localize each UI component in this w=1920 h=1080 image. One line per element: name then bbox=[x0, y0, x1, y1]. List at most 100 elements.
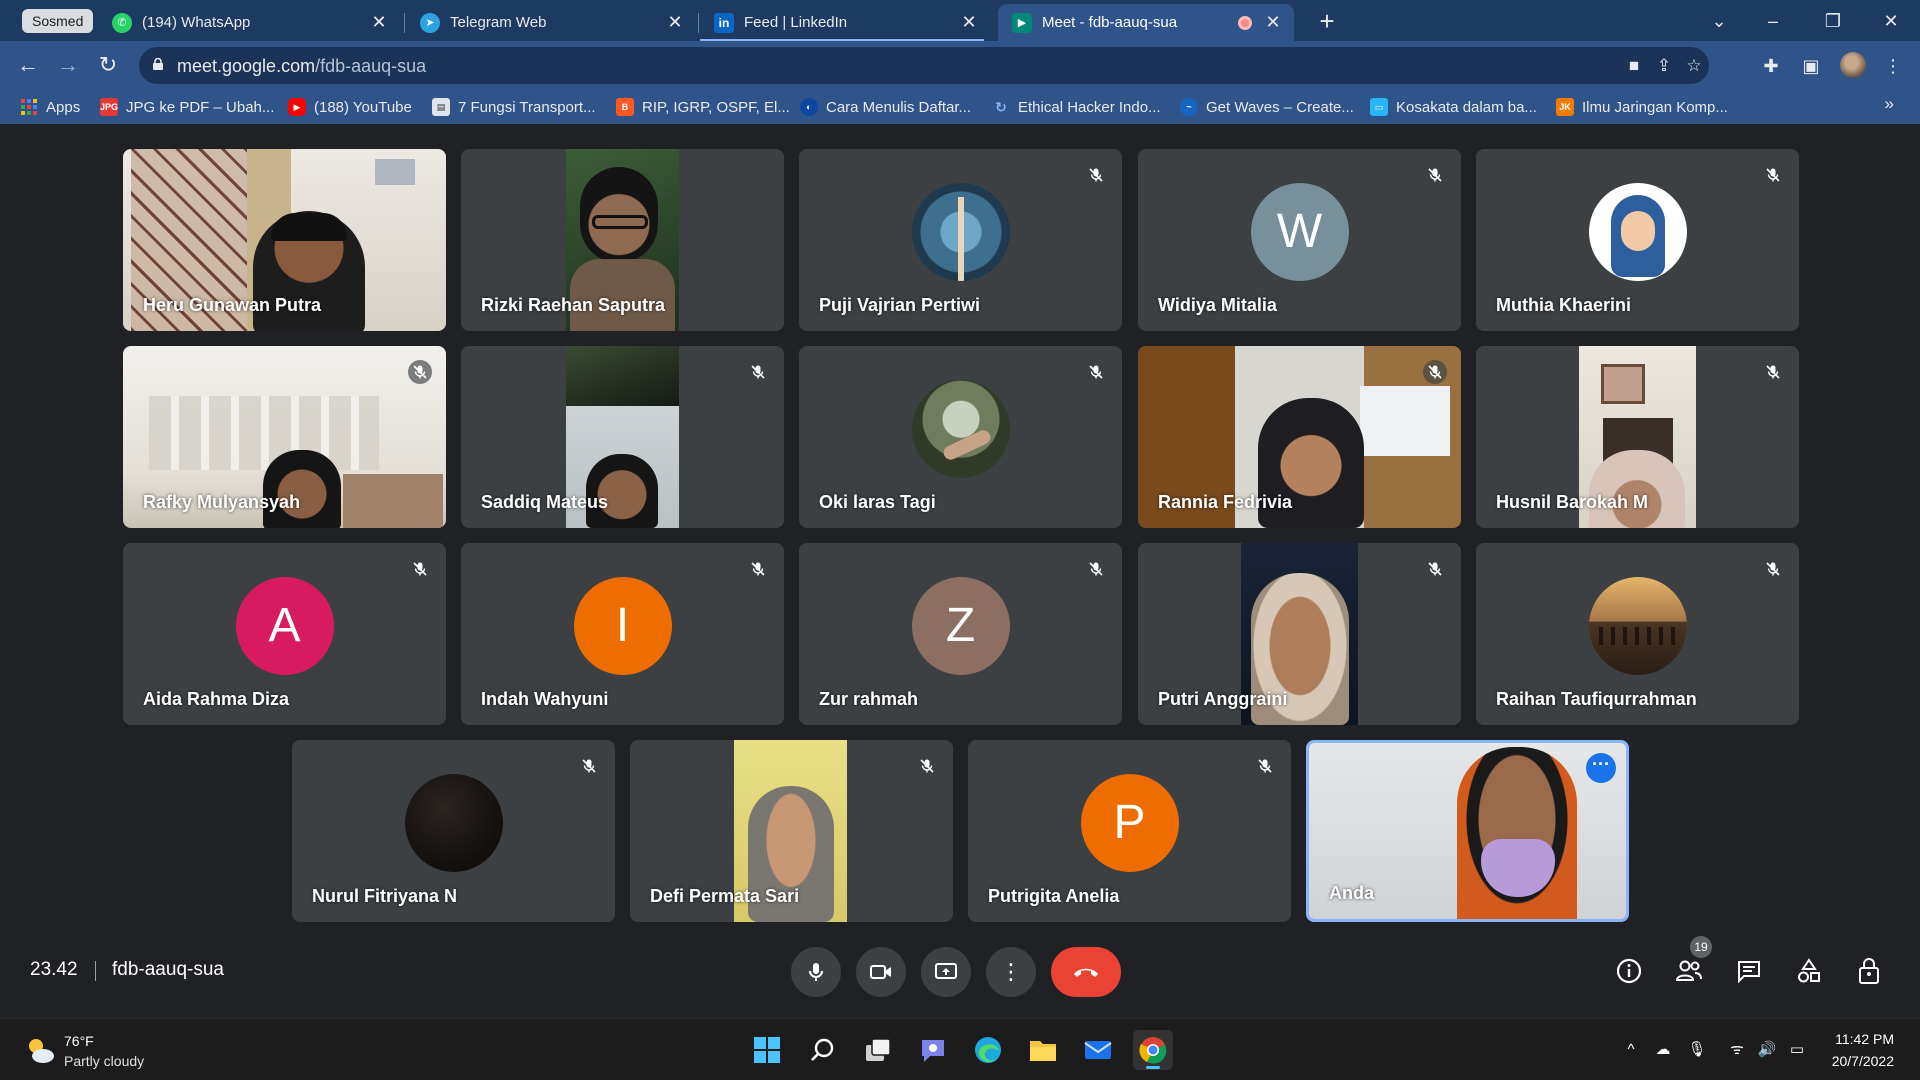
search-button[interactable] bbox=[803, 1030, 843, 1070]
bookmark-rip-igrp[interactable]: B RIP, IGRP, OSPF, El... bbox=[616, 96, 790, 118]
restore-icon[interactable]: ❐ bbox=[1810, 6, 1856, 36]
self-view-tile[interactable]: ··· Anda bbox=[1306, 740, 1629, 922]
chat-button[interactable] bbox=[1732, 954, 1766, 988]
tab-linkedin[interactable]: in Feed | LinkedIn ✕ bbox=[700, 4, 990, 41]
participant-tile[interactable]: Puji Vajrian Pertiwi bbox=[799, 149, 1122, 331]
close-window-icon[interactable]: ✕ bbox=[1868, 6, 1914, 36]
windows-logo-icon bbox=[754, 1037, 780, 1063]
file-explorer-button[interactable] bbox=[1023, 1030, 1063, 1070]
onedrive-cloud-icon[interactable]: ☁ bbox=[1652, 1039, 1674, 1061]
task-view-button[interactable] bbox=[858, 1030, 898, 1070]
reload-icon[interactable]: ↻ bbox=[92, 49, 124, 81]
address-bar[interactable]: meet.google.com/fdb-aauq-sua ■ ⇪ ☆ bbox=[139, 47, 1709, 84]
participant-tile[interactable]: Putri Anggraini bbox=[1138, 543, 1461, 725]
camera-in-use-icon[interactable]: ■ bbox=[1623, 55, 1645, 77]
partly-cloudy-icon bbox=[29, 1039, 54, 1063]
tab-google-meet[interactable]: ▶ Meet - fdb-aauq-sua ✕ bbox=[998, 4, 1294, 41]
bookmark-get-waves[interactable]: ~ Get Waves – Create... bbox=[1180, 96, 1354, 118]
bookmark-kosakata[interactable]: ▭ Kosakata dalam ba... bbox=[1370, 96, 1537, 118]
forward-arrow-icon[interactable]: → bbox=[52, 49, 84, 81]
participant-tile[interactable]: Muthia Khaerini bbox=[1476, 149, 1799, 331]
edge-button[interactable] bbox=[968, 1030, 1008, 1070]
menu-kebab-icon[interactable]: ⋮ bbox=[1880, 53, 1906, 79]
activities-button[interactable] bbox=[1792, 954, 1826, 988]
activities-shapes-icon bbox=[1798, 958, 1820, 983]
close-icon[interactable]: ✕ bbox=[1264, 12, 1282, 33]
mail-button[interactable] bbox=[1078, 1030, 1118, 1070]
participant-tile[interactable]: A Aida Rahma Diza bbox=[123, 543, 446, 725]
participant-name: Husnil Barokah M bbox=[1496, 492, 1649, 512]
bookmark-star-icon[interactable]: ☆ bbox=[1683, 55, 1705, 77]
muted-mic-icon bbox=[915, 754, 939, 778]
participant-tile[interactable]: W Widiya Mitalia bbox=[1138, 149, 1461, 331]
tab-title: Meet - fdb-aauq-sua bbox=[1042, 14, 1178, 31]
volume-icon[interactable]: 🔊 bbox=[1756, 1039, 1778, 1061]
participant-tile[interactable]: Husnil Barokah M bbox=[1476, 346, 1799, 528]
tab-search-icon[interactable]: ⌄ bbox=[1696, 6, 1742, 36]
leave-call-button[interactable] bbox=[1051, 947, 1121, 997]
minimize-icon[interactable]: – bbox=[1750, 6, 1796, 36]
bookmark-ethical-hacker[interactable]: ↻ Ethical Hacker Indo... bbox=[992, 96, 1160, 118]
muted-mic-icon bbox=[1761, 163, 1785, 187]
microphone-tray-icon[interactable]: 🎙 bbox=[1686, 1039, 1708, 1061]
mail-icon bbox=[1084, 1041, 1112, 1059]
edge-icon bbox=[975, 1037, 1001, 1063]
participant-tile[interactable]: Defi Permata Sari bbox=[630, 740, 953, 922]
system-date[interactable]: 20/7/2022 bbox=[1832, 1053, 1894, 1069]
battery-icon[interactable]: ▭ bbox=[1786, 1039, 1808, 1061]
participant-tile[interactable]: Nurul Fitriyana N bbox=[292, 740, 615, 922]
camera-button[interactable] bbox=[856, 947, 906, 997]
start-button[interactable] bbox=[747, 1030, 787, 1070]
present-screen-icon bbox=[935, 963, 957, 979]
tab-group-chip[interactable]: Sosmed bbox=[22, 9, 94, 33]
bookmarks-overflow-icon[interactable]: » bbox=[1885, 94, 1894, 114]
close-icon[interactable]: ✕ bbox=[960, 12, 978, 33]
people-button[interactable] bbox=[1672, 954, 1706, 988]
bookmark-youtube[interactable]: ▶ (188) YouTube bbox=[288, 96, 412, 118]
participant-avatar-photo bbox=[1588, 183, 1687, 281]
more-options-icon[interactable]: ··· bbox=[1586, 753, 1616, 783]
muted-mic-icon bbox=[1423, 557, 1447, 581]
muted-mic-icon bbox=[746, 557, 770, 581]
wifi-icon[interactable]: ᯤ bbox=[1726, 1039, 1748, 1061]
system-time[interactable]: 11:42 PM bbox=[1835, 1031, 1894, 1047]
bookmark-ilmu-jaringan[interactable]: JK Ilmu Jaringan Komp... bbox=[1556, 96, 1728, 118]
participant-tile[interactable]: Rafky Mulyansyah bbox=[123, 346, 446, 528]
participant-tile[interactable]: Rannia Fedrivia bbox=[1138, 346, 1461, 528]
host-controls-button[interactable] bbox=[1852, 954, 1886, 988]
profile-avatar[interactable] bbox=[1840, 52, 1866, 78]
tab-telegram[interactable]: ➤ Telegram Web ✕ bbox=[406, 4, 696, 41]
participant-tile[interactable]: P Putrigita Anelia bbox=[968, 740, 1291, 922]
show-hidden-icons-icon[interactable]: ^ bbox=[1620, 1039, 1642, 1061]
bookmark-apps[interactable]: Apps bbox=[20, 96, 80, 118]
bookmark-jpg-pdf[interactable]: JPG JPG ke PDF – Ubah... bbox=[100, 96, 274, 118]
meeting-details-button[interactable] bbox=[1612, 954, 1646, 988]
bookmark-fungsi-transport[interactable]: ▤ 7 Fungsi Transport... bbox=[432, 96, 596, 118]
teams-chat-button[interactable] bbox=[913, 1030, 953, 1070]
participant-tile[interactable]: Heru Gunawan Putra bbox=[123, 149, 446, 331]
tab-whatsapp[interactable]: ✆ (194) WhatsApp ✕ bbox=[98, 4, 400, 41]
new-tab-button[interactable]: + bbox=[1312, 6, 1342, 36]
participant-tile[interactable]: Oki laras Tagi bbox=[799, 346, 1122, 528]
back-arrow-icon[interactable]: ← bbox=[12, 49, 44, 81]
participant-tile[interactable]: I Indah Wahyuni bbox=[461, 543, 784, 725]
present-screen-button[interactable] bbox=[921, 947, 971, 997]
hang-up-icon bbox=[1074, 968, 1098, 977]
chrome-button[interactable] bbox=[1133, 1030, 1173, 1070]
close-icon[interactable]: ✕ bbox=[666, 12, 684, 33]
close-icon[interactable]: ✕ bbox=[370, 12, 388, 33]
participant-tile[interactable]: Z Zur rahmah bbox=[799, 543, 1122, 725]
bookmark-cara-menulis[interactable]: ◐ Cara Menulis Daftar... bbox=[800, 96, 971, 118]
participant-tile[interactable]: Raihan Taufiqurrahman bbox=[1476, 543, 1799, 725]
participant-name: Puji Vajrian Pertiwi bbox=[819, 295, 981, 315]
microphone-button[interactable] bbox=[791, 947, 841, 997]
extensions-puzzle-icon[interactable]: ✚ bbox=[1758, 53, 1784, 79]
more-options-button[interactable]: ⋮ bbox=[986, 947, 1036, 997]
side-panel-icon[interactable]: ▣ bbox=[1798, 53, 1824, 79]
participant-tile[interactable]: Rizki Raehan Saputra bbox=[461, 149, 784, 331]
muted-mic-icon bbox=[408, 557, 432, 581]
bookmark-label: RIP, IGRP, OSPF, El... bbox=[642, 98, 790, 116]
participant-avatar-letter: P bbox=[1080, 774, 1179, 872]
share-icon[interactable]: ⇪ bbox=[1653, 55, 1675, 77]
participant-tile[interactable]: Saddiq Mateus bbox=[461, 346, 784, 528]
